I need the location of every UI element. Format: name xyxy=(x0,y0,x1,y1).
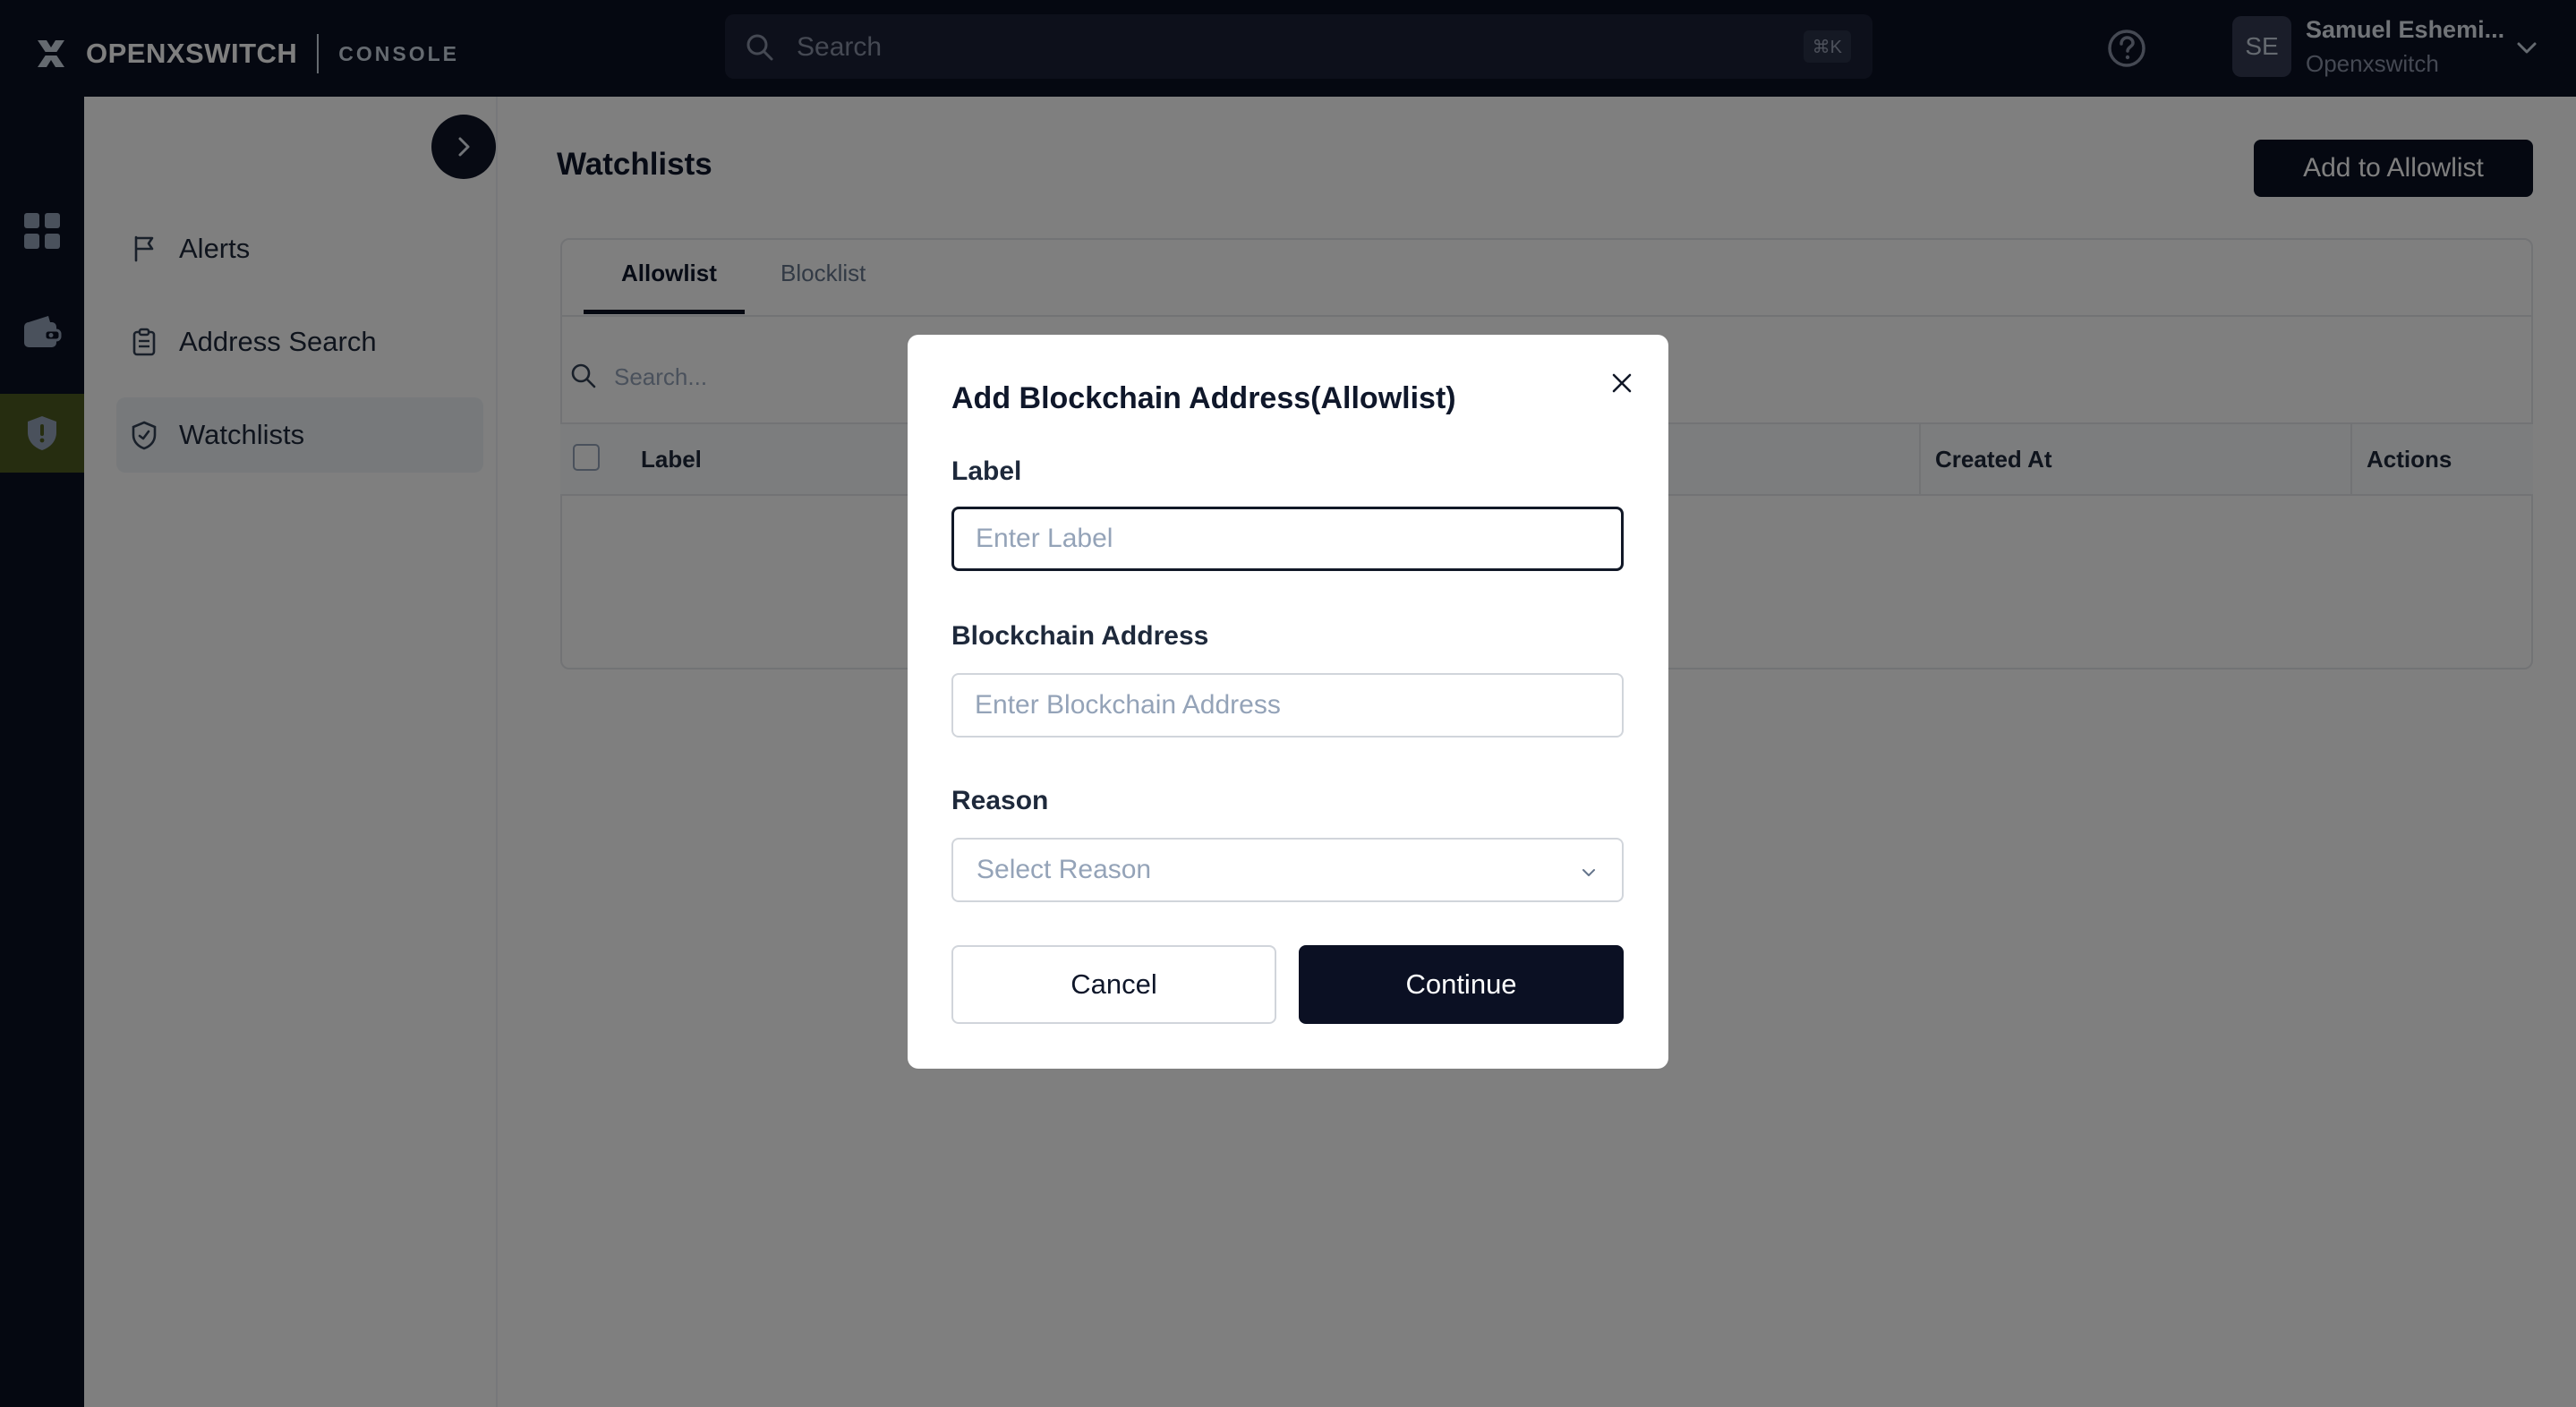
reason-select-placeholder: Select Reason xyxy=(977,855,1152,884)
chevron-down-icon xyxy=(1582,869,1595,876)
continue-button[interactable]: Continue xyxy=(1299,945,1624,1024)
label-input[interactable] xyxy=(951,507,1624,571)
reason-field-label: Reason xyxy=(951,786,1049,815)
dialog-title: Add Blockchain Address(Allowlist) xyxy=(951,381,1456,415)
close-button[interactable] xyxy=(1602,363,1642,403)
add-address-dialog: Add Blockchain Address(Allowlist) Label … xyxy=(908,335,1668,1069)
blockchain-address-input[interactable] xyxy=(951,673,1624,738)
address-field-label: Blockchain Address xyxy=(951,621,1209,651)
label-field-label: Label xyxy=(951,456,1022,486)
close-icon xyxy=(1612,373,1632,393)
cancel-button[interactable]: Cancel xyxy=(951,945,1276,1024)
reason-select[interactable]: Select Reason xyxy=(951,838,1624,902)
